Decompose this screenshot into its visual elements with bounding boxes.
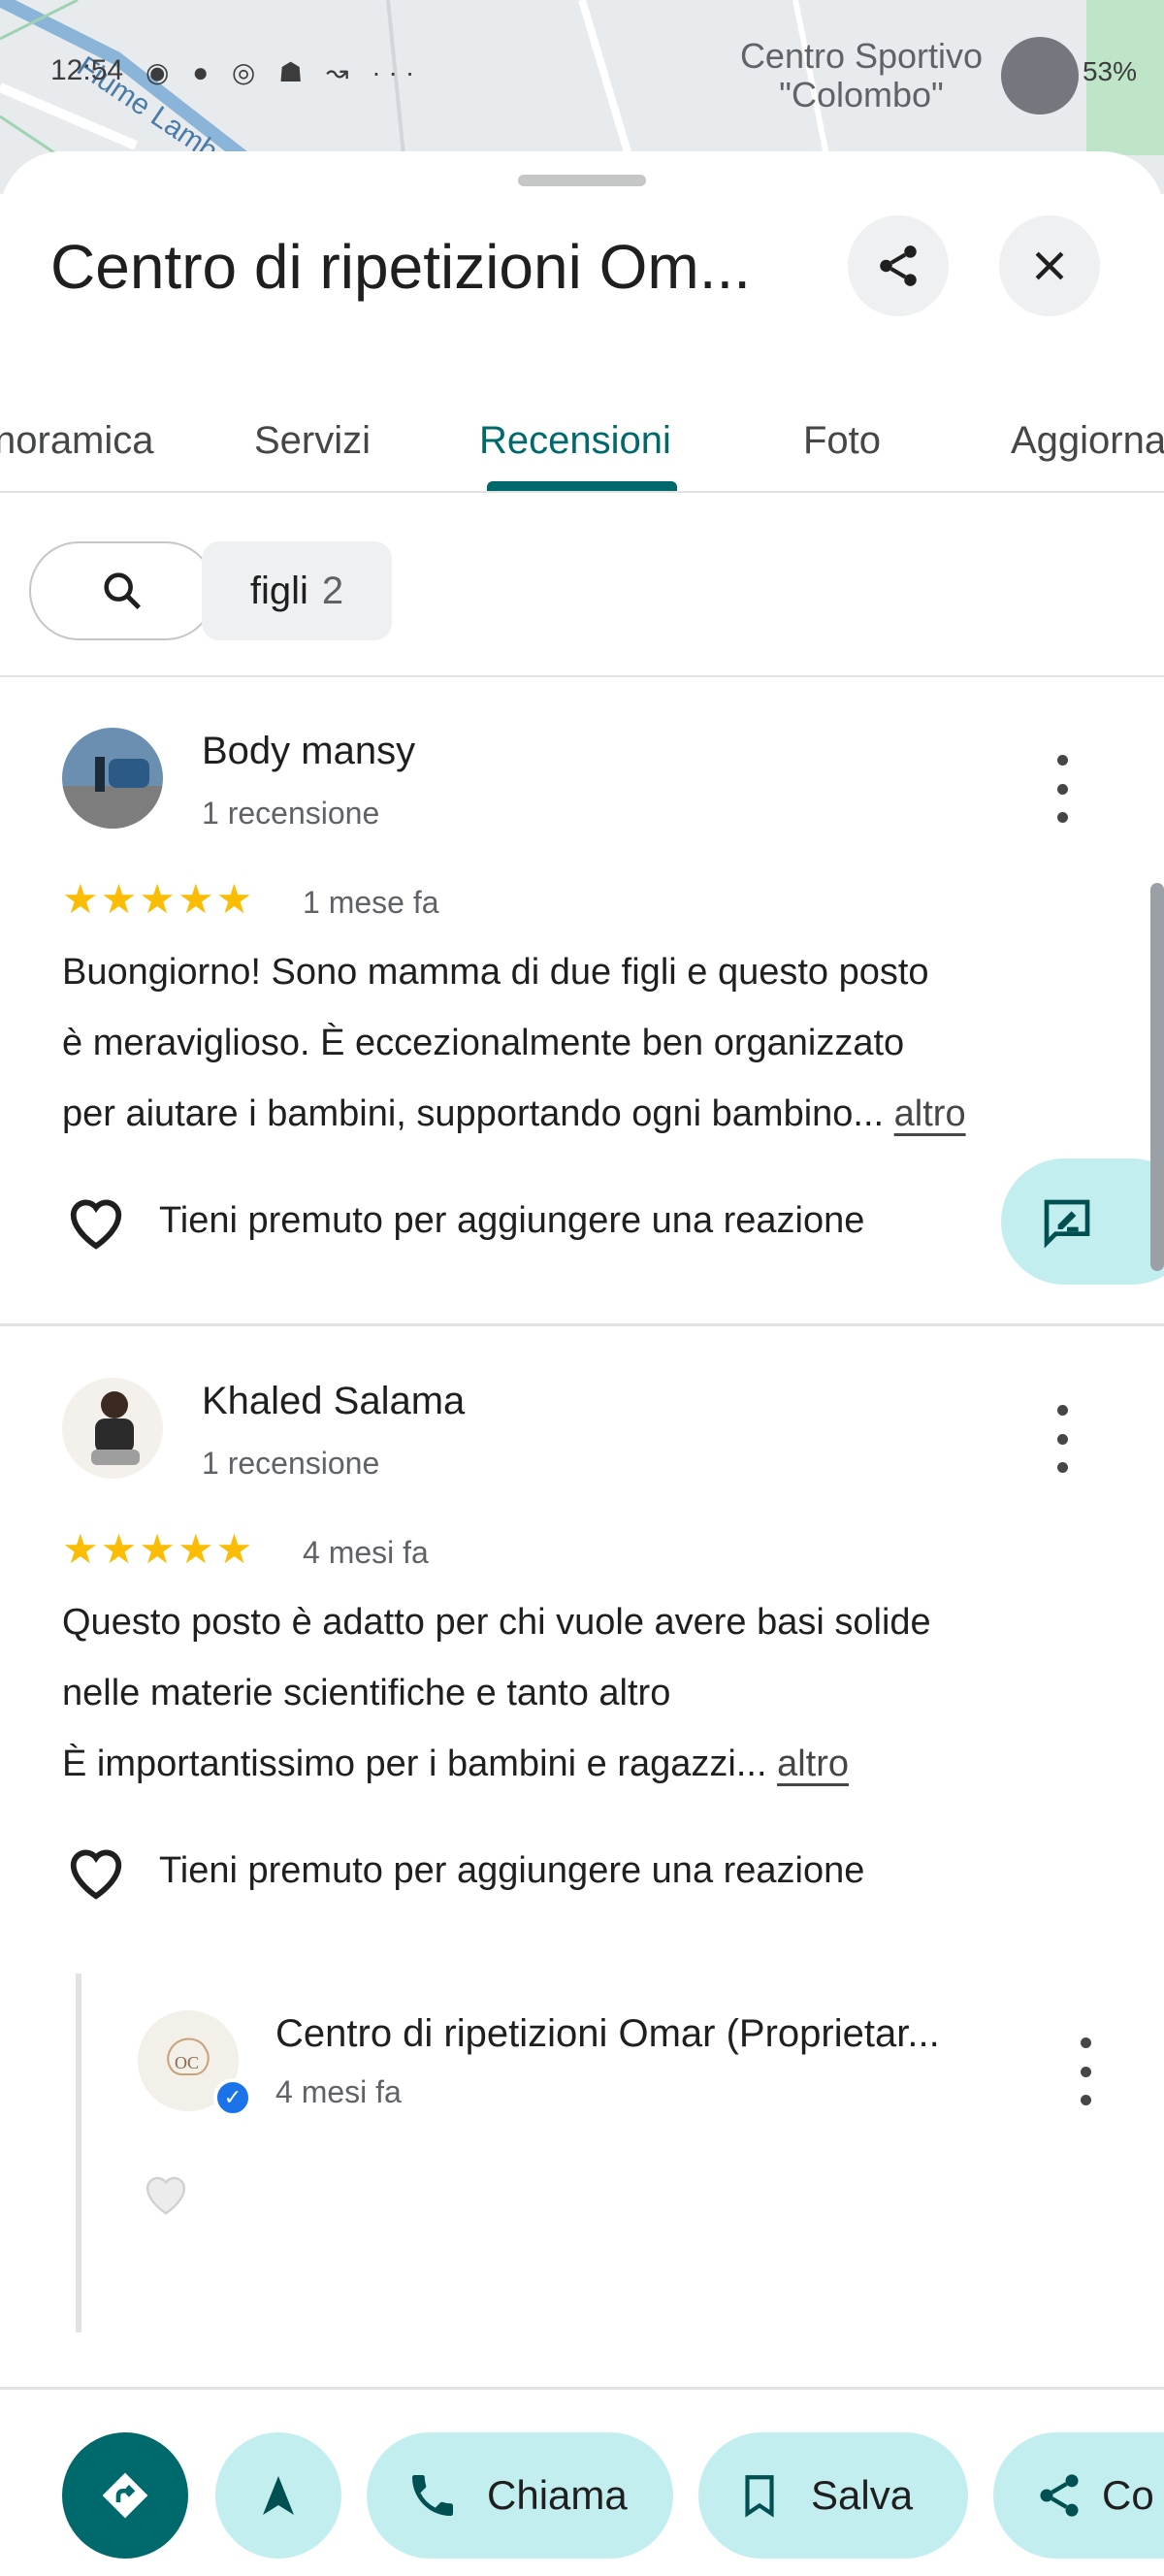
reaction-row[interactable]: Tieni premuto per aggiungere una reazion… xyxy=(62,1840,864,1902)
review-more-options[interactable] xyxy=(1048,1405,1077,1473)
close-button[interactable] xyxy=(999,215,1100,316)
call-label: Chiama xyxy=(487,2472,628,2518)
search-reviews-button[interactable] xyxy=(29,541,215,640)
tab-services[interactable]: Servizi xyxy=(254,419,371,463)
review-author[interactable]: Khaled Salama xyxy=(202,1380,465,1423)
bookmark-icon xyxy=(745,2475,774,2518)
share-button[interactable] xyxy=(848,215,949,316)
review-date: 1 mese fa xyxy=(303,885,439,920)
write-review-button[interactable] xyxy=(1001,1158,1164,1285)
scrollbar[interactable] xyxy=(1150,883,1164,1271)
reaction-hint: Tieni premuto per aggiungere una reazion… xyxy=(159,1199,865,1241)
tab-updates[interactable]: Aggiorna xyxy=(1011,419,1164,463)
directions-button[interactable] xyxy=(62,2432,188,2559)
place-title: Centro di ripetizioni Om... xyxy=(50,232,752,302)
share-label: Co xyxy=(1102,2472,1154,2518)
owner-reply: OC ✓ Centro di ripetizioni Omar (Proprie… xyxy=(76,1973,1148,2332)
phone-icon xyxy=(412,2475,453,2516)
review-more-options[interactable] xyxy=(1048,755,1077,823)
tab-bar: noramica Servizi Recensioni Foto Aggiorn… xyxy=(0,384,1164,493)
review-text[interactable]: Questo posto è adatto per chi vuole aver… xyxy=(62,1587,1110,1800)
active-tab-indicator xyxy=(487,481,677,491)
share-place-button[interactable]: Co xyxy=(993,2432,1164,2559)
read-more-link[interactable]: altro xyxy=(894,1093,966,1134)
verified-check-icon: ✓ xyxy=(213,2078,252,2117)
heart-icon[interactable] xyxy=(138,2168,194,2223)
navigation-arrow-icon xyxy=(263,2476,294,2515)
svg-text:OC: OC xyxy=(175,2053,199,2072)
share-icon xyxy=(880,245,917,286)
read-more-link[interactable]: altro xyxy=(777,1744,849,1784)
tab-reviews[interactable]: Recensioni xyxy=(479,419,671,463)
status-time: 12:54 xyxy=(50,54,124,86)
chip-count: 2 xyxy=(321,569,344,612)
write-review-icon xyxy=(1044,1199,1090,1249)
review-author-meta: 1 recensione xyxy=(202,796,380,831)
close-icon xyxy=(1035,251,1064,280)
notification-icons: ◉ ● ◎ ☗ ↝ ··· xyxy=(146,57,423,87)
call-button[interactable]: Chiama xyxy=(367,2432,673,2559)
review-stars: ★★★★★ xyxy=(62,876,255,922)
heart-outline-icon xyxy=(70,1199,122,1250)
battery-level: 53% xyxy=(1082,56,1137,86)
save-label: Salva xyxy=(811,2472,914,2518)
review-text[interactable]: Buongiorno! Sono mamma di due figli e qu… xyxy=(62,937,1110,1150)
reaction-row[interactable]: Tieni premuto per aggiungere una reazion… xyxy=(62,1190,864,1252)
chip-label: figli xyxy=(249,569,308,612)
navigate-button[interactable] xyxy=(215,2432,341,2559)
filter-chip-figli[interactable]: figli 2 xyxy=(202,541,392,640)
avatar[interactable] xyxy=(62,728,163,829)
owner-name[interactable]: Centro di ripetizioni Omar (Proprietar..… xyxy=(275,2012,940,2056)
review-filters: figli 2 xyxy=(0,491,1164,677)
review-author[interactable]: Body mansy xyxy=(202,730,415,773)
owner-reply-more-options[interactable] xyxy=(1071,2038,1100,2105)
share-icon xyxy=(1040,2474,1079,2517)
owner-reply-date: 4 mesi fa xyxy=(275,2074,402,2109)
review-date: 4 mesi fa xyxy=(303,1535,429,1570)
review-stars: ★★★★★ xyxy=(62,1526,255,1572)
avatar[interactable] xyxy=(62,1378,163,1479)
directions-icon xyxy=(102,2472,148,2519)
heart-outline-icon xyxy=(70,1849,122,1900)
save-button[interactable]: Salva xyxy=(698,2432,968,2559)
search-icon xyxy=(104,572,142,610)
divider xyxy=(0,1323,1164,1326)
sheet-drag-handle[interactable] xyxy=(518,175,646,186)
bottom-action-bar: Chiama Salva Co xyxy=(0,2387,1164,2576)
status-bar: 12:54 ◉ ● ◎ ☗ ↝ ··· 53% xyxy=(0,0,1164,146)
reaction-hint: Tieni premuto per aggiungere una reazion… xyxy=(159,1849,865,1891)
tab-photos[interactable]: Foto xyxy=(803,419,881,463)
tab-overview[interactable]: noramica xyxy=(0,419,154,463)
review-author-meta: 1 recensione xyxy=(202,1446,380,1481)
